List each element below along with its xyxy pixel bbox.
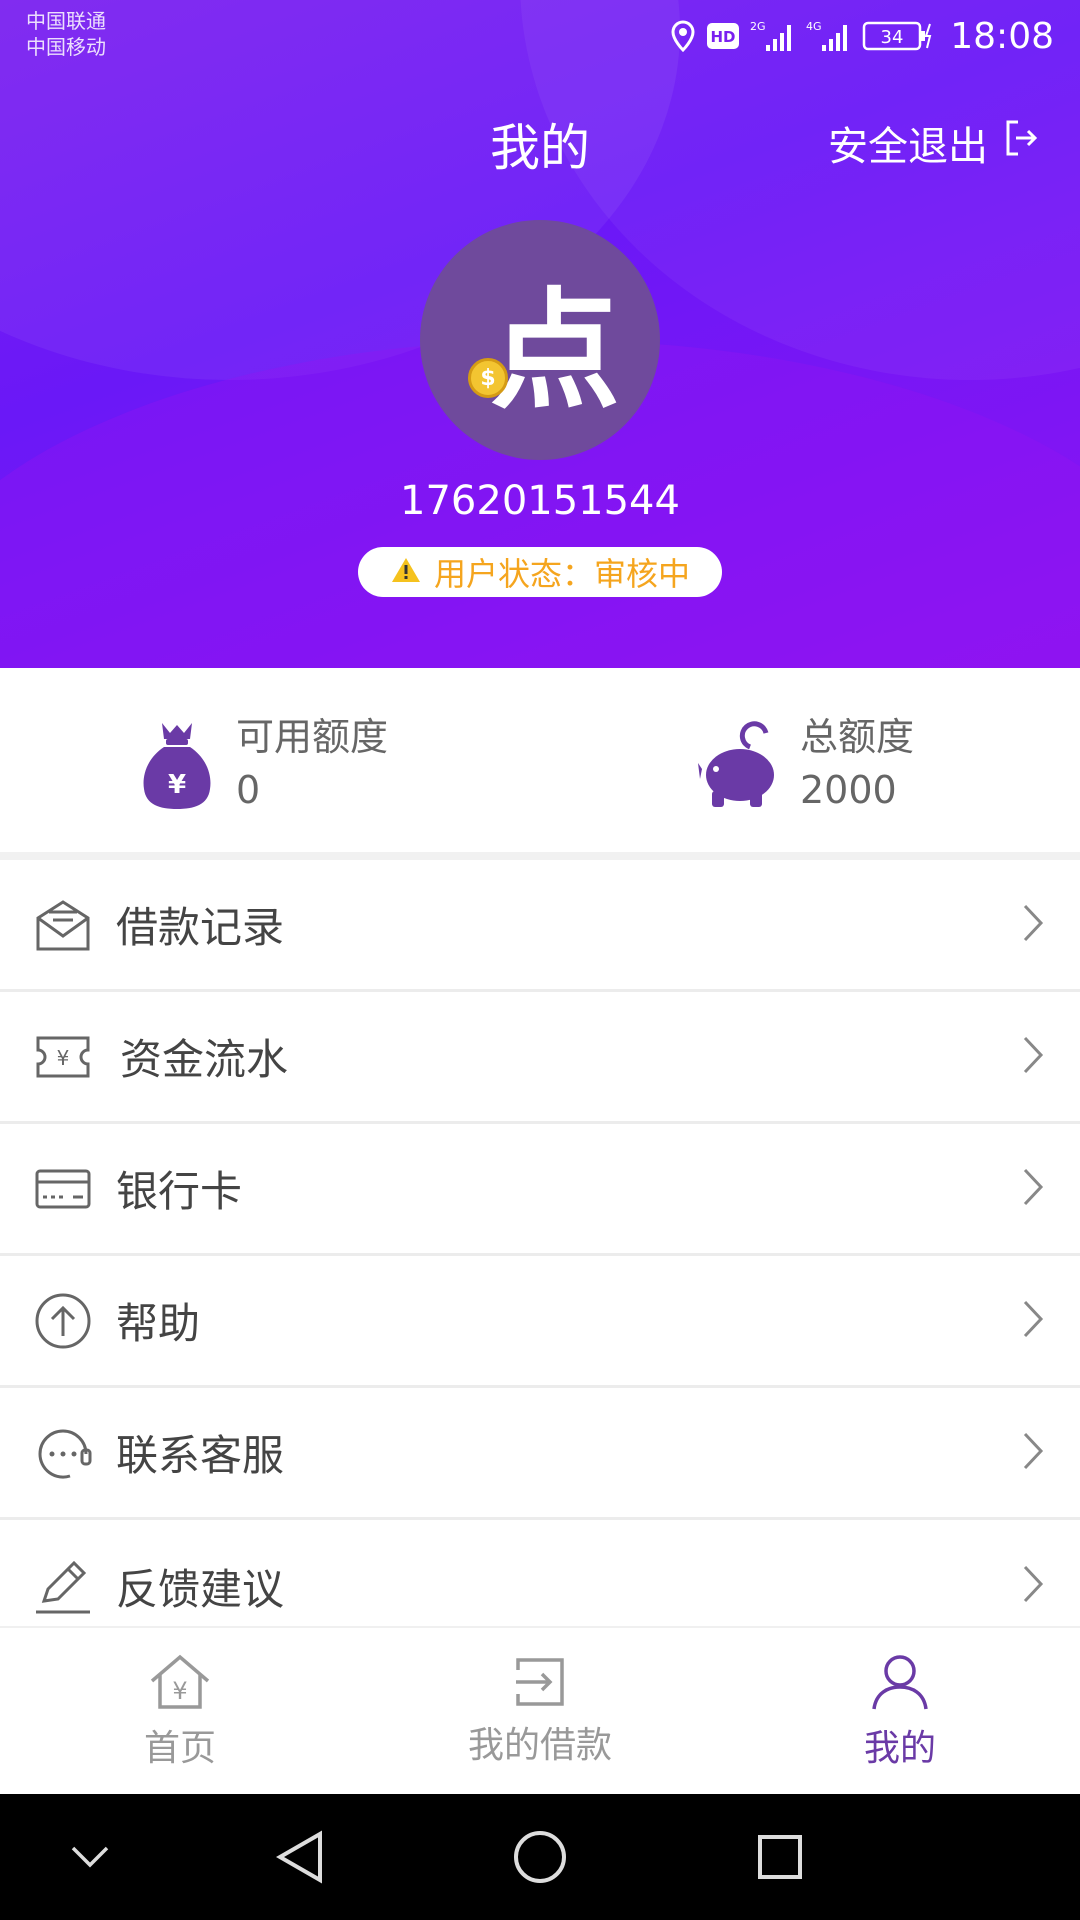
menu-list: 借款记录 ¥ 资金流水 银行卡 帮助 联系客服 反馈建议 <box>0 860 1080 1652</box>
avatar[interactable]: 点 $ <box>420 220 660 460</box>
chevron-down-icon <box>70 1845 110 1873</box>
total-quota-label: 总额度 <box>800 715 915 759</box>
logout-icon <box>1004 119 1038 167</box>
avatar-logo-text: 点 <box>489 275 620 427</box>
location-icon <box>670 20 696 52</box>
logout-button[interactable]: 安全退出 <box>828 114 1038 172</box>
total-quota: 总额度 2000 <box>696 712 914 818</box>
home-yen-symbol: ¥ <box>172 1677 187 1705</box>
status-icons: HD 2G 4G 34 18:08 <box>670 14 1054 58</box>
chevron-right-icon <box>1022 1299 1044 1343</box>
home-circle-icon <box>513 1830 567 1888</box>
user-phone: 17620151544 <box>400 478 680 524</box>
logout-label: 安全退出 <box>828 124 988 170</box>
transfer-icon <box>512 1656 568 1712</box>
chevron-right-icon <box>1022 1564 1044 1608</box>
user-icon <box>870 1653 930 1715</box>
battery-icon: 34 <box>862 20 934 52</box>
system-navigation-bar <box>0 1794 1080 1920</box>
nav-back-button[interactable] <box>265 1824 335 1894</box>
signal-4g-icon: 4G <box>806 19 852 53</box>
menu-item-label: 反馈建议 <box>116 1564 285 1614</box>
money-bag-icon: ¥ <box>140 719 214 811</box>
headset-icon <box>34 1424 92 1482</box>
tab-home-label: 首页 <box>143 1728 216 1769</box>
tab-mine[interactable]: 我的 <box>780 1628 1020 1796</box>
signal-2g-icon: 2G <box>750 19 796 53</box>
pen-icon <box>34 1557 92 1615</box>
menu-item-customer-service[interactable]: 联系客服 <box>0 1388 1080 1520</box>
menu-item-label: 资金流水 <box>120 1035 289 1084</box>
svg-text:HD: HD <box>711 28 736 46</box>
tab-my-loans[interactable]: 我的借款 <box>420 1628 660 1796</box>
nav-home-button[interactable] <box>505 1824 575 1894</box>
carrier-2: 中国移动 <box>26 35 106 59</box>
nav-recents-button[interactable] <box>745 1824 815 1894</box>
chevron-right-icon <box>1022 1035 1044 1079</box>
carrier-info: 中国联通 中国移动 <box>26 8 106 60</box>
menu-item-label: 帮助 <box>116 1299 201 1348</box>
ticket-yen-symbol: ¥ <box>57 1046 70 1070</box>
piggy-bank-icon <box>696 719 782 811</box>
chevron-right-icon <box>1022 1431 1044 1475</box>
clock: 18:08 <box>950 15 1054 57</box>
menu-item-help[interactable]: 帮助 <box>0 1256 1080 1388</box>
menu-item-fund-flow[interactable]: ¥ 资金流水 <box>0 992 1080 1124</box>
tab-home[interactable]: ¥ 首页 <box>60 1628 300 1796</box>
nav-collapse-button[interactable] <box>55 1824 125 1894</box>
menu-item-label: 借款记录 <box>116 903 285 952</box>
coin-icon: $ <box>468 358 508 398</box>
battery-level: 34 <box>881 27 904 48</box>
available-quota: ¥ 可用额度 0 <box>140 712 388 818</box>
chevron-right-icon <box>1022 1167 1044 1211</box>
menu-item-label: 联系客服 <box>116 1431 285 1480</box>
recents-square-icon <box>756 1833 804 1885</box>
back-triangle-icon <box>275 1830 324 1888</box>
profile-header: 中国联通 中国移动 HD 2G 4G 34 18:08 我的 安全退出 点 $ … <box>0 0 1080 668</box>
available-quota-text: 可用额度 0 <box>236 712 388 818</box>
status-bar: 中国联通 中国移动 HD 2G 4G 34 18:08 <box>0 0 1080 70</box>
money-bag-yen: ¥ <box>168 770 186 800</box>
chevron-right-icon <box>1022 903 1044 947</box>
bottom-tab-bar: ¥ 首页 我的借款 我的 <box>0 1626 1080 1794</box>
tab-mine-label: 我的 <box>863 1728 936 1769</box>
tab-my-loans-label: 我的借款 <box>467 1725 612 1766</box>
network-4g-label: 4G <box>806 20 822 33</box>
network-2g-label: 2G <box>750 20 766 33</box>
menu-item-bank-card[interactable]: 银行卡 <box>0 1124 1080 1256</box>
menu-item-label: 银行卡 <box>116 1167 243 1216</box>
warning-icon <box>390 556 422 588</box>
menu-item-loan-records[interactable]: 借款记录 <box>0 860 1080 992</box>
ticket-yen-icon: ¥ <box>34 1028 92 1086</box>
bank-card-icon <box>34 1160 92 1218</box>
available-quota-value: 0 <box>236 768 261 812</box>
available-quota-label: 可用额度 <box>236 715 389 759</box>
hd-icon: HD <box>706 22 740 50</box>
carrier-1: 中国联通 <box>26 9 106 33</box>
user-status-badge: 用户状态：审核中 <box>358 547 722 597</box>
user-status-text: 用户状态：审核中 <box>433 555 690 593</box>
section-divider <box>0 852 1080 860</box>
arrow-up-circle-icon <box>34 1292 92 1350</box>
total-quota-value: 2000 <box>800 768 897 812</box>
home-icon: ¥ <box>148 1653 212 1715</box>
envelope-icon <box>34 896 92 954</box>
total-quota-text: 总额度 2000 <box>800 712 914 818</box>
